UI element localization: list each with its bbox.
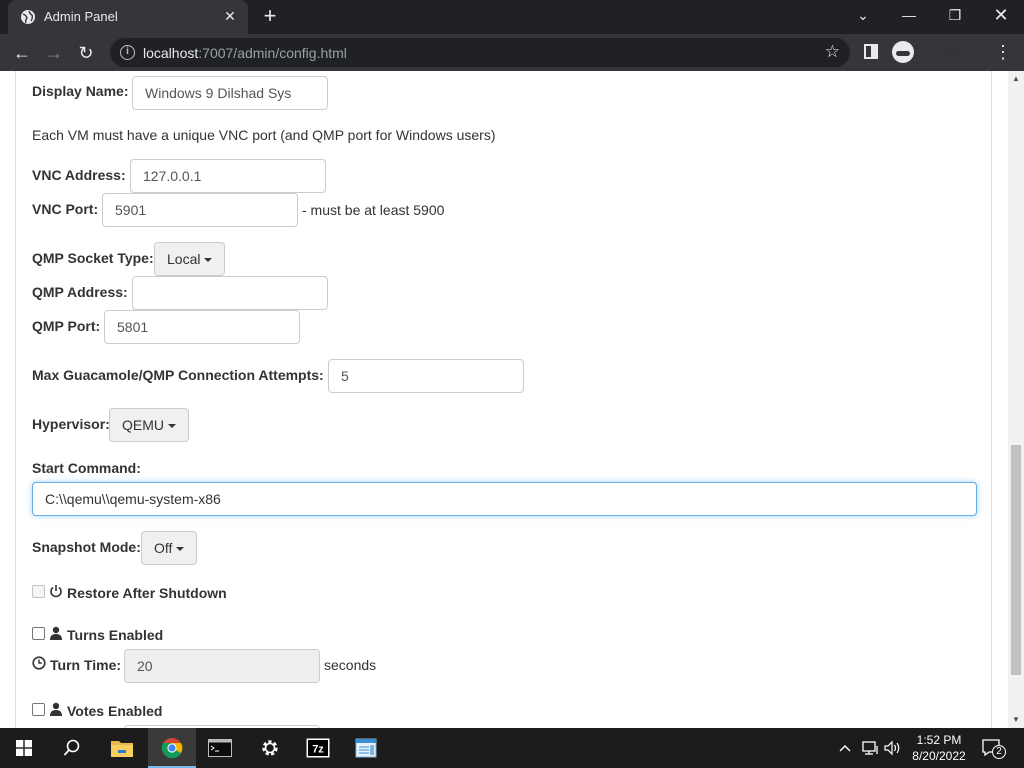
notepad-icon [355, 738, 377, 758]
power-icon [50, 585, 62, 598]
taskbar-terminal[interactable] [196, 728, 244, 768]
url-text[interactable]: localhost:7007/admin/config.html [143, 45, 347, 61]
snapshot-mode-dropdown[interactable]: Off [141, 531, 198, 565]
max-attempts-input[interactable]: 5 [328, 359, 524, 393]
vnc-address-label: VNC Address: [32, 167, 126, 183]
snapshot-mode-label: Snapshot Mode: [32, 539, 141, 555]
page-viewport: Display Name: Windows 9 Dilshad Sys Each… [0, 71, 1008, 728]
scroll-down-icon[interactable]: ▼ [1008, 712, 1024, 728]
max-attempts-label: Max Guacamole/QMP Connection Attempts: [32, 367, 324, 383]
clock-date: 8/20/2022 [912, 749, 966, 763]
volume-tray-icon[interactable] [884, 728, 902, 768]
qmp-address-label: QMP Address: [32, 284, 128, 300]
network-tray-icon[interactable] [862, 728, 880, 768]
tab-close-icon[interactable]: ✕ [220, 6, 240, 26]
qmp-port-input[interactable]: 5801 [104, 310, 300, 344]
minimize-button[interactable]: — [886, 0, 932, 30]
hypervisor-dropdown[interactable]: QEMU [109, 408, 189, 442]
vnc-address-input[interactable]: 127.0.0.1 [130, 159, 326, 193]
turns-enabled-checkbox[interactable] [32, 627, 45, 640]
qmp-socket-type-dropdown[interactable]: Local [154, 242, 226, 276]
qmp-address-input[interactable] [132, 276, 328, 310]
svg-text:7z: 7z [312, 744, 324, 756]
action-center-button[interactable]: 2 [982, 728, 1006, 768]
caret-down-icon [204, 258, 213, 263]
site-info-icon[interactable]: i [120, 45, 135, 60]
start-command-input[interactable]: C:\\qemu\\qemu-system-x86 [32, 482, 977, 516]
votes-enabled-checkbox[interactable] [32, 703, 45, 716]
start-command-label: Start Command: [32, 460, 141, 476]
clock-time: 1:52 PM [916, 733, 962, 747]
caret-down-icon [176, 547, 185, 552]
turn-time-label: Turn Time: [50, 657, 122, 673]
taskbar-notepad[interactable] [342, 728, 390, 768]
vnc-note: Each VM must have a unique VNC port (and… [32, 127, 496, 143]
page-scrollbar[interactable]: ▲ ▼ [1008, 71, 1024, 728]
restore-after-shutdown-label: Restore After Shutdown [67, 585, 227, 601]
caret-down-icon [168, 424, 176, 429]
turn-time-input[interactable]: 20 [124, 649, 320, 683]
incognito-indicator[interactable]: Incognito [892, 41, 983, 63]
taskbar-7zip[interactable]: 7z [294, 728, 342, 768]
globe-icon [21, 10, 35, 24]
qmp-socket-type-label: QMP Socket Type: [32, 250, 154, 266]
browser-tab[interactable]: Admin Panel ✕ [8, 0, 248, 34]
hypervisor-label: Hypervisor: [32, 416, 110, 432]
taskbar-chrome[interactable] [148, 728, 196, 768]
user-icon [50, 702, 62, 716]
browser-tabstrip: Admin Panel ✕ + ⌄ — ❐ ✕ [0, 0, 1024, 34]
taskbar-clock[interactable]: 1:52 PM 8/20/2022 [906, 732, 972, 764]
display-name-label: Display Name: [32, 83, 129, 99]
scrollbar-thumb[interactable] [1011, 445, 1021, 675]
windows-logo-icon [16, 740, 32, 756]
restore-after-shutdown-checkbox[interactable] [32, 585, 45, 598]
vnc-port-label: VNC Port: [32, 201, 99, 217]
turns-enabled-label: Turns Enabled [67, 627, 164, 643]
windows-taskbar: 7z 1:52 PM 8/20/2022 2 [0, 728, 1024, 768]
display-name-input[interactable]: Windows 9 Dilshad Sys [132, 76, 328, 110]
config-form: Display Name: Windows 9 Dilshad Sys Each… [15, 71, 992, 728]
qmp-port-label: QMP Port: [32, 318, 101, 334]
user-icon [50, 626, 62, 640]
vnc-port-hint: - must be at least 5900 [302, 202, 445, 218]
network-icon [862, 741, 878, 755]
browser-menu-icon[interactable]: ⋮ [994, 40, 1012, 64]
search-button[interactable] [48, 728, 96, 768]
speaker-icon [884, 740, 900, 756]
tab-search-icon[interactable]: ⌄ [840, 0, 886, 30]
terminal-icon [208, 739, 232, 757]
search-icon [63, 739, 80, 756]
taskbar-settings[interactable] [246, 728, 294, 768]
votes-enabled-label: Votes Enabled [67, 703, 163, 719]
show-hidden-icons[interactable] [838, 728, 852, 768]
reload-icon[interactable]: ↻ [73, 40, 99, 66]
back-icon[interactable]: ← [9, 40, 35, 66]
vnc-port-input[interactable]: 5901 [102, 193, 298, 227]
bookmark-star-icon[interactable]: ☆ [825, 42, 840, 62]
7zip-icon: 7z [306, 738, 330, 758]
tab-title: Admin Panel [44, 9, 118, 24]
side-panel-icon[interactable] [864, 44, 878, 59]
address-bar[interactable]: i localhost:7007/admin/config.html ☆ [110, 38, 850, 67]
start-button[interactable] [0, 728, 48, 768]
chrome-icon [161, 738, 183, 759]
scroll-up-icon[interactable]: ▲ [1008, 71, 1024, 87]
taskbar-file-explorer[interactable] [98, 728, 146, 768]
new-tab-button[interactable]: + [258, 4, 282, 30]
incognito-icon [892, 41, 914, 63]
folder-icon [111, 741, 133, 757]
window-close-button[interactable]: ✕ [978, 0, 1024, 30]
clock-icon [32, 656, 46, 670]
notification-count-badge: 2 [992, 745, 1006, 759]
restore-button[interactable]: ❐ [932, 0, 978, 30]
turn-time-unit: seconds [324, 657, 377, 673]
forward-icon[interactable]: → [41, 40, 67, 66]
chevron-up-icon [839, 745, 851, 752]
gear-icon [262, 740, 278, 756]
